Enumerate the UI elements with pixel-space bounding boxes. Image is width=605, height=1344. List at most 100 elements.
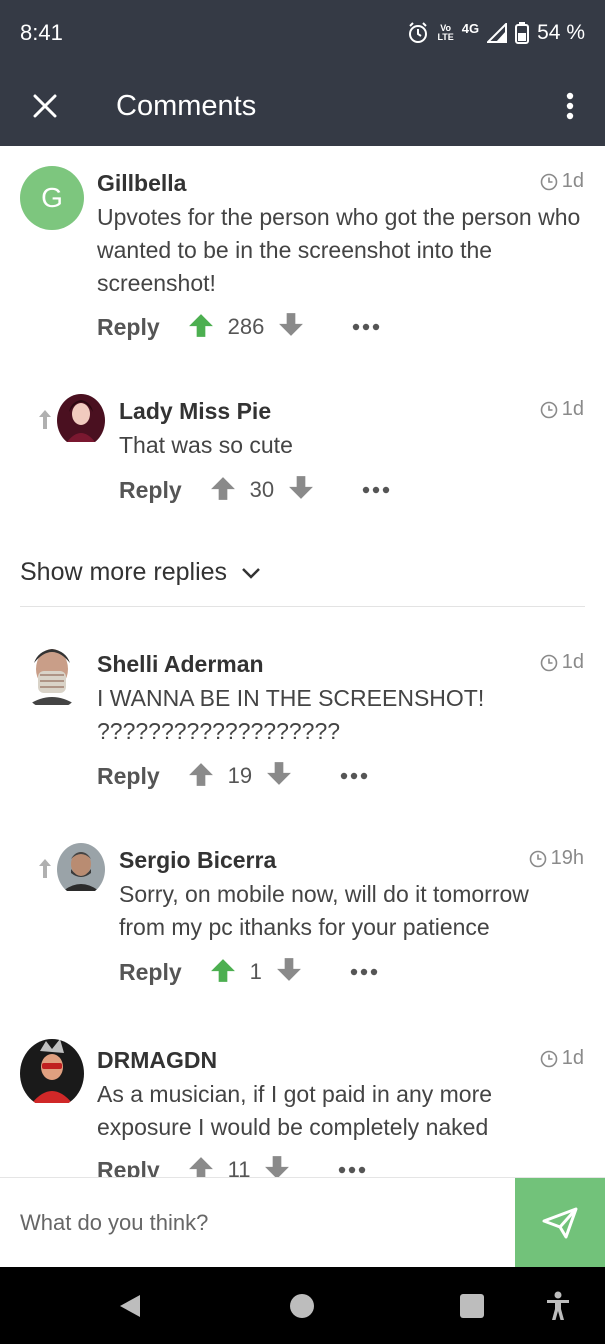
arrow-down-icon	[267, 761, 292, 785]
comment-text: Sorry, on mobile now, will do it tomorro…	[119, 881, 529, 940]
more-horiz-icon	[340, 772, 368, 780]
comment-actions: Reply 1	[119, 957, 378, 987]
avatar[interactable]	[57, 843, 105, 896]
arrow-up-icon	[188, 762, 213, 786]
downvote-button[interactable]	[266, 761, 292, 792]
comment-options-button[interactable]	[340, 767, 368, 785]
recents-square-icon	[460, 1293, 484, 1318]
comment-author[interactable]: Lady Miss Pie	[119, 398, 271, 425]
clock-icon	[540, 1050, 558, 1067]
comment-time: 1d	[540, 651, 584, 674]
comment-time: 1d	[540, 170, 584, 193]
comment-author[interactable]: Sergio Bicerra	[119, 847, 276, 874]
home-circle-icon	[290, 1293, 314, 1318]
accessibility-icon	[547, 1291, 569, 1320]
avatar[interactable]: G	[20, 166, 84, 230]
status-time: 8:41	[20, 20, 63, 45]
comments-list[interactable]: G Gillbella 1d Upvotes for the person wh…	[0, 146, 605, 1177]
comment-time: 19h	[529, 847, 584, 870]
comment-text: As a musician, if I got paid in any more…	[97, 1081, 493, 1140]
divider	[20, 606, 585, 607]
comment-options-button[interactable]	[350, 963, 378, 981]
reply-button[interactable]: Reply	[119, 959, 182, 986]
nav-recents-button[interactable]	[442, 1267, 502, 1344]
upvote-button[interactable]	[188, 1155, 214, 1177]
overflow-menu-button[interactable]	[535, 66, 605, 146]
alarm-icon	[407, 22, 429, 44]
comment-input[interactable]	[20, 1206, 490, 1240]
comment-author[interactable]: Gillbella	[97, 170, 186, 197]
arrow-down-icon	[265, 1155, 290, 1177]
comment-options-button[interactable]	[338, 1161, 366, 1177]
more-horiz-icon	[350, 968, 378, 976]
arrow-down-icon	[279, 312, 304, 336]
comment-time-label: 1d	[561, 170, 584, 192]
status-icons: Vo LTE 4G 54 %	[407, 21, 585, 45]
comment-options-button[interactable]	[352, 318, 380, 336]
comment-options-button[interactable]	[362, 481, 390, 499]
comment-time: 1d	[540, 1047, 584, 1070]
arrow-up-icon	[188, 313, 213, 337]
comment-actions: Reply 286	[97, 312, 380, 342]
comment-text: That was so cute	[119, 432, 293, 458]
downvote-button[interactable]	[276, 957, 302, 988]
comment-composer	[0, 1177, 605, 1268]
comment-time-label: 19h	[550, 847, 584, 869]
upvote-button[interactable]	[188, 761, 214, 792]
battery-icon	[515, 22, 530, 44]
clock-icon	[540, 401, 558, 418]
more-horiz-icon	[353, 323, 380, 331]
nav-back-button[interactable]	[100, 1267, 160, 1344]
close-icon	[33, 94, 57, 118]
status-bar: 8:41 Vo LTE 4G 54 %	[0, 0, 605, 66]
avatar[interactable]	[20, 641, 84, 710]
show-more-replies-button[interactable]: Show more replies	[20, 558, 261, 587]
upvote-button[interactable]	[188, 312, 214, 343]
comment-time-label: 1d	[561, 651, 584, 673]
comment-text: I WANNA BE IN THE SCREENSHOT! ??????????…	[97, 685, 485, 744]
clock-icon	[540, 654, 558, 671]
back-triangle-icon	[120, 1294, 140, 1317]
reply-button[interactable]: Reply	[97, 314, 160, 341]
upvote-button[interactable]	[210, 957, 236, 988]
comment-time: 1d	[540, 398, 584, 421]
close-button[interactable]	[0, 66, 90, 146]
comment-author[interactable]: Shelli Aderman	[97, 651, 264, 678]
battery-percent: 54 %	[537, 21, 585, 44]
reply-indicator-icon	[38, 857, 52, 884]
send-button[interactable]	[515, 1178, 605, 1268]
avatar[interactable]	[57, 394, 105, 447]
nav-home-button[interactable]	[272, 1267, 332, 1344]
arrow-up-icon	[210, 958, 235, 982]
comment-time-label: 1d	[561, 1047, 584, 1069]
comment-author[interactable]: DRMAGDN	[97, 1047, 217, 1074]
downvote-button[interactable]	[264, 1155, 290, 1177]
vote-count: 30	[249, 477, 275, 502]
chevron-down-icon	[242, 567, 260, 579]
avatar[interactable]	[20, 1039, 84, 1108]
signal-icon	[487, 23, 508, 43]
reply-button[interactable]: Reply	[97, 763, 160, 790]
reply-indicator-icon	[38, 408, 52, 435]
vote-count: 286	[227, 314, 265, 339]
page-title: Comments	[116, 89, 257, 122]
reply-button[interactable]: Reply	[97, 1157, 160, 1178]
clock-icon	[540, 173, 558, 190]
arrow-up-icon	[188, 1156, 213, 1177]
avatar-letter: G	[20, 166, 84, 230]
system-nav-bar	[0, 1267, 605, 1344]
volte-icon: Vo LTE	[437, 24, 453, 42]
clock-icon	[529, 850, 546, 867]
more-horiz-icon	[339, 1166, 366, 1174]
vote-count: 1	[249, 959, 262, 984]
comment-actions: Reply 30	[119, 475, 390, 505]
downvote-button[interactable]	[278, 312, 304, 343]
vote-count: 19	[227, 763, 253, 788]
more-horiz-icon	[362, 486, 390, 494]
downvote-button[interactable]	[288, 475, 314, 506]
more-vert-icon	[566, 92, 574, 120]
upvote-button[interactable]	[210, 475, 236, 506]
network-type: 4G	[461, 20, 480, 36]
accessibility-button[interactable]	[528, 1267, 588, 1344]
reply-button[interactable]: Reply	[119, 477, 182, 504]
